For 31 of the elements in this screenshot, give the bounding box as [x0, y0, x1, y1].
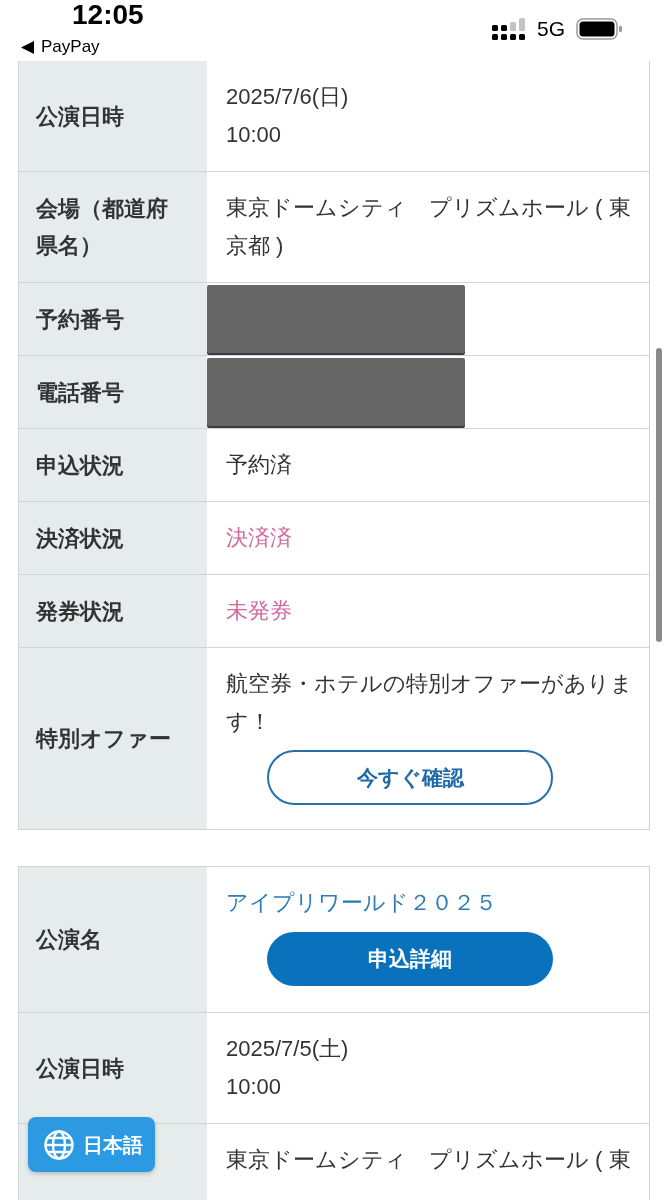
- field-value: 東京ドームシティ プリズムホール ( 東京都 ): [226, 194, 632, 260]
- offer-text: 航空券・ホテルの特別オファーがあります！: [226, 670, 634, 736]
- battery-icon: [576, 17, 622, 40]
- field-label: 決済状況: [36, 524, 125, 553]
- network-type: 5G: [537, 16, 565, 41]
- field-value: 10:00: [226, 121, 283, 149]
- back-arrow-icon: [21, 40, 34, 54]
- globe-icon: [44, 1129, 74, 1160]
- application-details-button[interactable]: 申込詳細: [267, 932, 553, 986]
- field-label: 公演日時: [36, 1054, 125, 1083]
- field-label: 予約番号: [36, 305, 125, 334]
- field-value: 予約済: [226, 451, 293, 479]
- field-label: 申込状況: [36, 451, 125, 480]
- field-label: 発券状況: [36, 597, 125, 626]
- field-value: 10:00: [226, 1073, 283, 1101]
- signal-icon: [492, 17, 526, 40]
- field-label: 公演日時: [36, 102, 125, 131]
- field-label: 電話番号: [36, 378, 125, 407]
- language-button[interactable]: 日本語: [28, 1117, 155, 1172]
- field-label: 特別オファー: [36, 725, 172, 753]
- field-value: 決済済: [226, 524, 293, 552]
- field-label: 公演名: [36, 926, 103, 954]
- performance-title-link[interactable]: アイプリワールド２０２５: [226, 884, 497, 922]
- clock-time: 12:05: [72, 0, 144, 30]
- back-button[interactable]: PayPay: [21, 37, 100, 57]
- field-value: 未発券: [226, 597, 293, 625]
- field-value: 2025/7/5(土): [226, 1035, 350, 1063]
- check-now-button[interactable]: 今すぐ確認: [267, 750, 553, 805]
- field-value: 2025/7/6(日): [226, 83, 350, 111]
- field-label: 会場（都道府県名）: [36, 195, 169, 260]
- field-value: 東京ドームシティ プリズムホール ( 東: [226, 1146, 632, 1174]
